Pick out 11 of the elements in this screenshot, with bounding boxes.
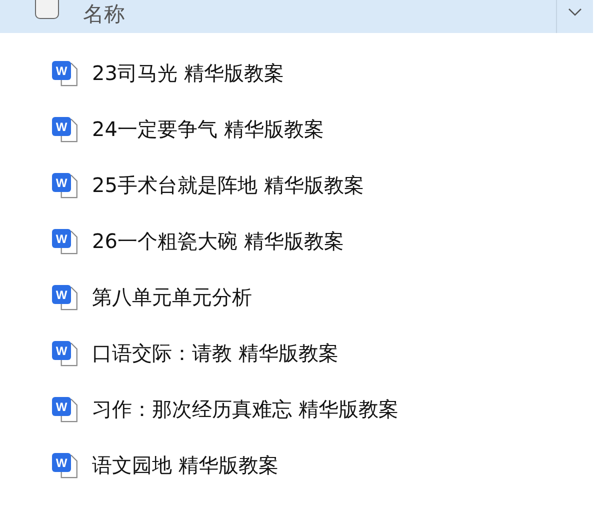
file-name[interactable]: 25手术台就是阵地 精华版教案: [92, 172, 364, 198]
file-name[interactable]: 习作：那次经历真难忘 精华版教案: [92, 396, 398, 422]
chevron-down-icon[interactable]: [568, 8, 582, 16]
select-all-checkbox[interactable]: [35, 0, 59, 19]
file-name[interactable]: 语文园地 精华版教案: [92, 452, 278, 478]
file-name[interactable]: 23司马光 精华版教案: [92, 60, 284, 86]
name-column-label[interactable]: 名称: [83, 2, 125, 26]
file-name[interactable]: 口语交际：请教 精华版教案: [92, 340, 338, 366]
file-name[interactable]: 26一个粗瓷大碗 精华版教案: [92, 228, 344, 254]
file-name[interactable]: 24一定要争气 精华版教案: [92, 116, 324, 142]
file-name[interactable]: 第八单元单元分析: [92, 284, 252, 310]
